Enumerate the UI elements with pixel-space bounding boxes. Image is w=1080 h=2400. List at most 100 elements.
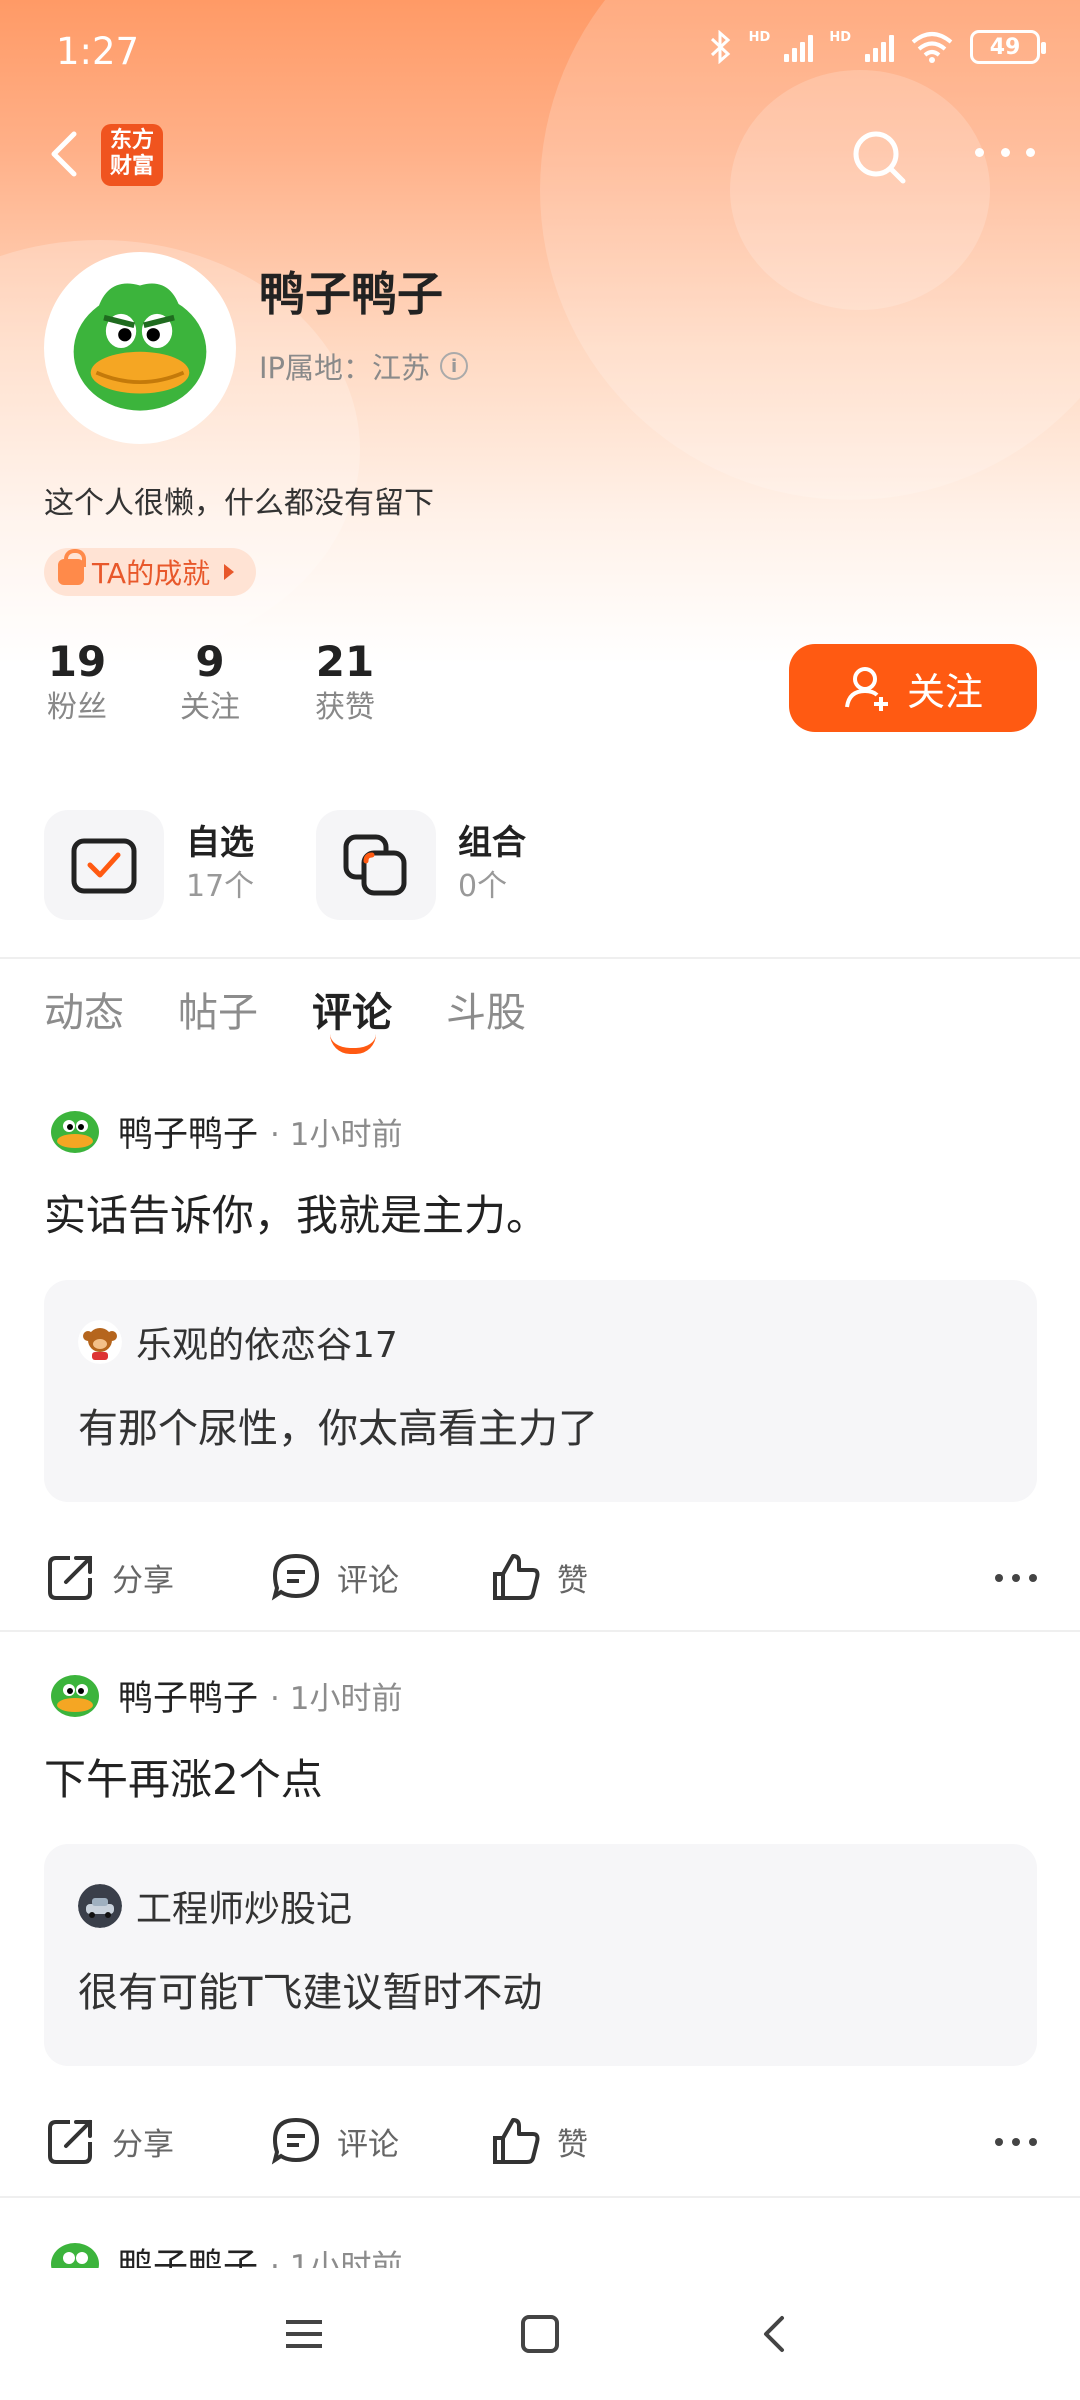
quoted-comment[interactable]: 工程师炒股记 很有可能T飞建议暂时不动 — [44, 1844, 1037, 2066]
quote-author[interactable]: 工程师炒股记 — [136, 1880, 352, 1932]
stat-likes[interactable]: 21 获赞 — [310, 636, 380, 728]
comment-button[interactable]: 评论 — [269, 2114, 399, 2168]
more-options-icon[interactable] — [975, 148, 1035, 168]
comment-label: 评论 — [337, 2126, 399, 2163]
portfolio-tiles: 自选 17个 组合 0个 — [44, 810, 556, 920]
comment-item[interactable]: 鸭子鸭子 · 1小时前 下午再涨2个点 工程师炒股记 很有可能T飞建议暂时不动 … — [0, 1664, 1080, 2184]
comment-item[interactable]: 鸭子鸭子 · 1小时前 实话告诉你，我就是主力。 乐观的依恋谷17 有那个尿性，… — [0, 1100, 1080, 1620]
hd-label: HD — [748, 30, 771, 45]
stat-value: 19 — [47, 637, 107, 686]
post-actions: 分享 评论 赞 — [44, 2114, 1037, 2174]
follow-button[interactable]: 关注 — [789, 644, 1037, 732]
logo-text: 财富 — [109, 154, 154, 179]
like-label: 赞 — [557, 1562, 588, 1599]
more-options-icon[interactable] — [995, 1574, 1037, 1582]
stat-fans[interactable]: 19 粉丝 — [44, 636, 110, 728]
more-options-icon[interactable] — [995, 2138, 1037, 2146]
quote-author[interactable]: 乐观的依恋谷17 — [136, 1316, 398, 1368]
author-name[interactable]: 鸭子鸭子 — [118, 1106, 258, 1157]
back-arrow-icon[interactable] — [38, 124, 98, 184]
post-header: 鸭子鸭子 · 1小时前 — [44, 2232, 402, 2268]
ip-location: IP属地：江苏 i — [259, 345, 469, 387]
wifi-icon — [911, 32, 953, 63]
comment-bubble-icon — [271, 2117, 320, 2165]
stat-label: 粉丝 — [47, 690, 107, 725]
share-button[interactable]: 分享 — [44, 1550, 174, 1604]
back-icon[interactable] — [752, 2310, 800, 2358]
tile-sub: 0个 — [458, 869, 508, 904]
tab-activity[interactable]: 动态 — [44, 980, 124, 1058]
post-time: · 1小时前 — [270, 1116, 403, 1153]
thumbs-up-icon — [493, 2118, 540, 2164]
stat-value: 9 — [195, 637, 225, 686]
tile-watchlist[interactable]: 自选 17个 — [44, 810, 284, 920]
search-icon[interactable] — [848, 126, 912, 190]
comment-label: 评论 — [337, 1562, 399, 1599]
quoted-comment[interactable]: 乐观的依恋谷17 有那个尿性，你太高看主力了 — [44, 1280, 1037, 1502]
triangle-right-icon — [224, 564, 235, 580]
user-avatar[interactable] — [44, 252, 236, 444]
author-avatar[interactable] — [44, 1664, 106, 1726]
share-label: 分享 — [112, 2126, 174, 2163]
hd-label: HD — [829, 30, 851, 45]
menu-icon[interactable] — [280, 2310, 328, 2358]
car-avatar-image — [78, 1884, 122, 1928]
watchlist-icon-box — [44, 810, 164, 920]
follow-label: 关注 — [906, 669, 983, 714]
tab-posts[interactable]: 帖子 — [178, 980, 258, 1058]
tab-stock-battle[interactable]: 斗股 — [446, 980, 526, 1058]
bluetooth-icon — [710, 30, 730, 64]
divider — [0, 957, 1080, 959]
system-nav-bar — [0, 2268, 1080, 2400]
author-name[interactable]: 鸭子鸭子 — [118, 1670, 258, 1721]
post-header: 鸭子鸭子 · 1小时前 — [44, 1100, 402, 1162]
duck-avatar-image — [51, 1675, 99, 1717]
layers-icon — [343, 834, 407, 896]
portfolio-icon-box — [316, 810, 436, 920]
profile-bio: 这个人很懒，什么都没有留下 — [44, 486, 434, 521]
tile-title: 自选 — [186, 823, 254, 863]
home-icon[interactable] — [516, 2310, 564, 2358]
author-avatar[interactable] — [44, 1100, 106, 1162]
post-time: · 1小时前 — [270, 2248, 403, 2269]
post-actions: 分享 评论 赞 — [44, 1550, 1037, 1610]
author-name[interactable]: 鸭子鸭子 — [118, 2238, 258, 2269]
tile-portfolio[interactable]: 组合 0个 — [316, 810, 556, 920]
achievements-badge[interactable]: TA的成就 — [44, 548, 257, 596]
tab-comments[interactable]: 评论 — [312, 980, 392, 1058]
duck-avatar-image — [51, 1111, 99, 1153]
like-button[interactable]: 赞 — [489, 1550, 588, 1604]
share-icon — [48, 1556, 92, 1600]
comment-text: 下午再涨2个点 — [44, 1755, 323, 1804]
quote-text: 很有可能T飞建议暂时不动 — [78, 1970, 543, 2016]
stat-following[interactable]: 9 关注 — [110, 636, 310, 728]
quote-avatar — [78, 1884, 122, 1928]
post-time: · 1小时前 — [270, 1680, 403, 1717]
author-avatar[interactable] — [44, 2232, 106, 2268]
comment-button[interactable]: 评论 — [269, 1550, 399, 1604]
tile-sub: 17个 — [186, 869, 255, 904]
comment-item[interactable]: 鸭子鸭子 · 1小时前 — [0, 2232, 1080, 2268]
signal-icon — [784, 32, 814, 62]
comment-text: 实话告诉你，我就是主力。 — [44, 1191, 549, 1240]
duck-avatar-image — [49, 257, 231, 439]
info-icon[interactable]: i — [440, 352, 469, 380]
like-label: 赞 — [557, 2126, 588, 2163]
app-logo[interactable]: 东方 财富 — [101, 124, 163, 186]
add-user-icon — [844, 667, 888, 711]
quote-avatar — [78, 1320, 122, 1364]
like-button[interactable]: 赞 — [489, 2114, 588, 2168]
monkey-avatar-image — [78, 1320, 122, 1364]
achievements-label: TA的成就 — [92, 557, 211, 590]
ip-location-text: IP属地：江苏 — [259, 351, 431, 385]
stat-label: 关注 — [180, 690, 240, 725]
comment-bubble-icon — [271, 1553, 320, 1601]
quote-header: 工程师炒股记 — [78, 1880, 352, 1932]
divider — [0, 1630, 1080, 1632]
stat-label: 获赞 — [315, 690, 375, 725]
share-label: 分享 — [112, 1562, 174, 1599]
stat-value: 21 — [315, 637, 375, 686]
battery-icon: 49 — [970, 30, 1046, 64]
share-icon — [48, 2120, 92, 2164]
share-button[interactable]: 分享 — [44, 2114, 174, 2168]
